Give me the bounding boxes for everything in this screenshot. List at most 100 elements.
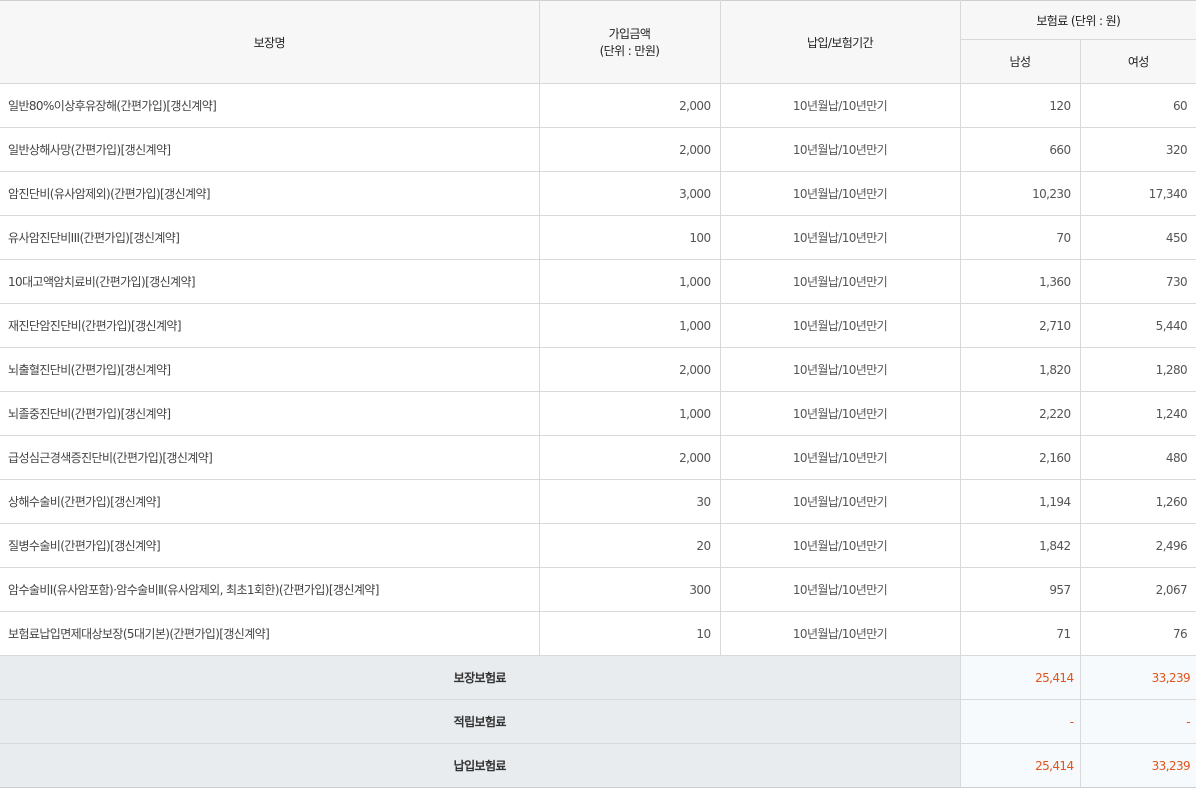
coverage-name: 급성심근경색증진단비(간편가입)[갱신계약]: [0, 435, 540, 480]
table-row: 암진단비(유사암제외)(간편가입)[갱신계약] 3,000 10년월납/10년만기 1…: [0, 171, 1196, 216]
premium-female: 76: [1079, 611, 1196, 656]
table-row: 재진단암진단비(간편가입)[갱신계약] 1,000 10년월납/10년만기 2,710…: [0, 303, 1196, 348]
header-female: 여성: [1079, 39, 1196, 84]
coverage-name: 상해수술비(간편가입)[갱신계약]: [0, 479, 540, 524]
table-body: 일반80%이상후유장해(간편가입)[갱신계약] 2,000 10년월납/10년만기 1…: [0, 83, 1196, 656]
table-header: 보장명 가입금액 (단위 : 만원) 납입/보험기간 보험료 (단위 : 원) …: [0, 0, 1196, 84]
table-row: 질병수술비(간편가입)[갱신계약] 20 10년월납/10년만기 1,842 2,496: [0, 523, 1196, 568]
coverage-period: 10년월납/10년만기: [719, 435, 961, 480]
premium-male: 1,194: [959, 479, 1081, 524]
premium-female: 2,496: [1079, 523, 1196, 568]
premium-male: 10,230: [959, 171, 1081, 216]
total-row: 보장보험료 25,414 33,239: [0, 655, 1196, 700]
coverage-name: 일반80%이상후유장해(간편가입)[갱신계약]: [0, 83, 540, 128]
header-amount-label: 가입금액: [608, 27, 651, 41]
coverage-period: 10년월납/10년만기: [719, 127, 961, 172]
total-label: 보장보험료: [0, 655, 961, 700]
premium-female: 1,260: [1079, 479, 1196, 524]
coverage-name: 암진단비(유사암제외)(간편가입)[갱신계약]: [0, 171, 540, 216]
coverage-name: 뇌졸중진단비(간편가입)[갱신계약]: [0, 391, 540, 436]
header-amount-unit: (단위 : 만원): [599, 44, 660, 58]
coverage-name: 보험료납입면제대상보장(5대기본)(간편가입)[갱신계약]: [0, 611, 540, 656]
coverage-amount: 100: [538, 215, 721, 260]
coverage-amount: 300: [538, 567, 721, 612]
table-row: 유사암진단비III(간편가입)[갱신계약] 100 10년월납/10년만기 70 450: [0, 215, 1196, 260]
table-row: 암수술비Ⅰ(유사암포함)·암수술비Ⅱ(유사암제외, 최초1회한)(간편가입)[갱…: [0, 567, 1196, 612]
table-row: 급성심근경색증진단비(간편가입)[갱신계약] 2,000 10년월납/10년만기 2,…: [0, 435, 1196, 480]
premium-female: 320: [1079, 127, 1196, 172]
table-row: 상해수술비(간편가입)[갱신계약] 30 10년월납/10년만기 1,194 1,260: [0, 479, 1196, 524]
coverage-period: 10년월납/10년만기: [719, 391, 961, 436]
total-male: 25,414: [959, 743, 1081, 788]
coverage-name: 암수술비Ⅰ(유사암포함)·암수술비Ⅱ(유사암제외, 최초1회한)(간편가입)[갱…: [0, 567, 540, 612]
table-row: 보험료납입면제대상보장(5대기본)(간편가입)[갱신계약] 10 10년월납/10년…: [0, 611, 1196, 656]
header-premium: 보험료 (단위 : 원): [959, 0, 1196, 40]
premium-male: 1,360: [959, 259, 1081, 304]
table-row: 일반80%이상후유장해(간편가입)[갱신계약] 2,000 10년월납/10년만기 1…: [0, 83, 1196, 128]
coverage-period: 10년월납/10년만기: [719, 259, 961, 304]
premium-female: 17,340: [1079, 171, 1196, 216]
total-female: -: [1079, 699, 1196, 744]
coverage-period: 10년월납/10년만기: [719, 215, 961, 260]
total-row: 납입보험료 25,414 33,239: [0, 743, 1196, 788]
premium-male: 71: [959, 611, 1081, 656]
coverage-period: 10년월납/10년만기: [719, 523, 961, 568]
table-row: 뇌졸중진단비(간편가입)[갱신계약] 1,000 10년월납/10년만기 2,220 1…: [0, 391, 1196, 436]
premium-table: 보장명 가입금액 (단위 : 만원) 납입/보험기간 보험료 (단위 : 원) …: [0, 0, 1196, 788]
coverage-amount: 10: [538, 611, 721, 656]
premium-male: 2,220: [959, 391, 1081, 436]
header-period: 납입/보험기간: [719, 0, 961, 84]
coverage-amount: 2,000: [538, 435, 721, 480]
table-row: 10대고액암치료비(간편가입)[갱신계약] 1,000 10년월납/10년만기 1,3…: [0, 259, 1196, 304]
total-male: 25,414: [959, 655, 1081, 700]
premium-male: 660: [959, 127, 1081, 172]
coverage-period: 10년월납/10년만기: [719, 611, 961, 656]
table-row: 일반상해사망(간편가입)[갱신계약] 2,000 10년월납/10년만기 660 320: [0, 127, 1196, 172]
premium-male: 1,842: [959, 523, 1081, 568]
premium-female: 730: [1079, 259, 1196, 304]
header-male: 남성: [960, 39, 1081, 84]
coverage-amount: 3,000: [538, 171, 721, 216]
coverage-period: 10년월납/10년만기: [719, 567, 961, 612]
coverage-amount: 1,000: [538, 259, 721, 304]
premium-female: 60: [1079, 83, 1196, 128]
premium-male: 2,710: [959, 303, 1081, 348]
premium-female: 480: [1079, 435, 1196, 480]
premium-female: 2,067: [1079, 567, 1196, 612]
premium-female: 1,240: [1079, 391, 1196, 436]
coverage-name: 일반상해사망(간편가입)[갱신계약]: [0, 127, 540, 172]
total-female: 33,239: [1079, 743, 1196, 788]
coverage-period: 10년월납/10년만기: [719, 479, 961, 524]
premium-male: 957: [959, 567, 1081, 612]
premium-male: 2,160: [959, 435, 1081, 480]
coverage-amount: 20: [538, 523, 721, 568]
coverage-name: 10대고액암치료비(간편가입)[갱신계약]: [0, 259, 540, 304]
coverage-amount: 2,000: [538, 347, 721, 392]
premium-male: 120: [959, 83, 1081, 128]
premium-male: 1,820: [959, 347, 1081, 392]
total-label: 납입보험료: [0, 743, 961, 788]
header-amount: 가입금액 (단위 : 만원): [538, 0, 721, 84]
table-footer: 보장보험료 25,414 33,239 적립보험료 - - 납입보험료 25,414 33,23…: [0, 655, 1196, 788]
total-label: 적립보험료: [0, 699, 961, 744]
coverage-period: 10년월납/10년만기: [719, 171, 961, 216]
total-female: 33,239: [1079, 655, 1196, 700]
coverage-period: 10년월납/10년만기: [719, 347, 961, 392]
coverage-name: 유사암진단비III(간편가입)[갱신계약]: [0, 215, 540, 260]
coverage-period: 10년월납/10년만기: [719, 303, 961, 348]
coverage-name: 질병수술비(간편가입)[갱신계약]: [0, 523, 540, 568]
coverage-name: 재진단암진단비(간편가입)[갱신계약]: [0, 303, 540, 348]
coverage-amount: 1,000: [538, 391, 721, 436]
coverage-amount: 1,000: [538, 303, 721, 348]
total-row: 적립보험료 - -: [0, 699, 1196, 744]
premium-female: 450: [1079, 215, 1196, 260]
total-male: -: [959, 699, 1081, 744]
coverage-amount: 30: [538, 479, 721, 524]
premium-male: 70: [959, 215, 1081, 260]
header-coverage-name: 보장명: [0, 0, 540, 84]
premium-female: 5,440: [1079, 303, 1196, 348]
coverage-period: 10년월납/10년만기: [719, 83, 961, 128]
table-row: 뇌출혈진단비(간편가입)[갱신계약] 2,000 10년월납/10년만기 1,820 1…: [0, 347, 1196, 392]
coverage-name: 뇌출혈진단비(간편가입)[갱신계약]: [0, 347, 540, 392]
coverage-amount: 2,000: [538, 127, 721, 172]
